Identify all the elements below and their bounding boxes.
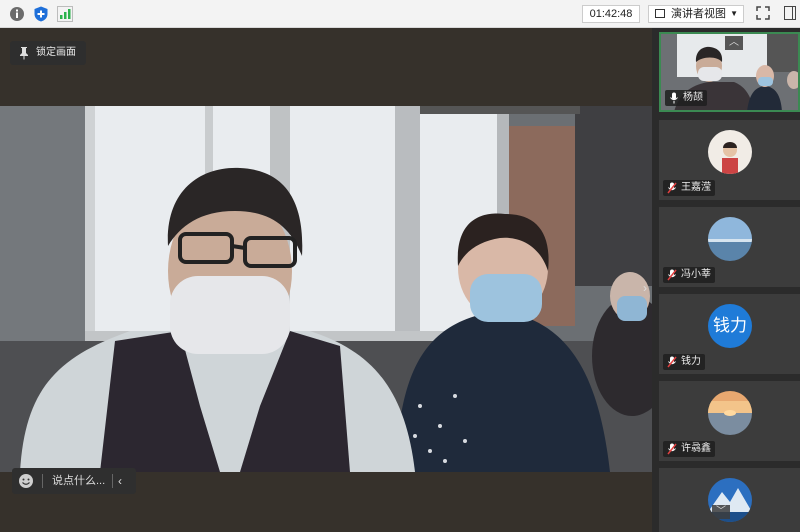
- divider: [42, 474, 43, 488]
- collapse-chat-icon[interactable]: ‹: [118, 468, 122, 494]
- divider: [112, 474, 113, 488]
- participant-name: 钱力: [681, 356, 701, 367]
- avatar: [708, 130, 752, 174]
- participant-name: 王嘉滢: [681, 182, 711, 193]
- avatar-photo: [708, 391, 752, 435]
- chat-input-bar[interactable]: 说点什么... ‹: [12, 468, 136, 494]
- mic-muted-icon: [667, 269, 677, 281]
- pin-icon: [20, 47, 28, 60]
- avatar: [708, 391, 752, 435]
- participant-tile[interactable]: 钱力 钱力: [659, 294, 800, 374]
- top-toolbar: 01:42:48 演讲者视图 ▼: [0, 0, 800, 28]
- participant-name: 杨颉: [683, 92, 703, 103]
- participant-tile[interactable]: 许骉鑫: [659, 381, 800, 461]
- participant-name-tag: 冯小莘: [663, 267, 715, 283]
- lock-view-button[interactable]: 锁定画面: [10, 41, 86, 65]
- mic-muted-icon: [667, 182, 677, 194]
- main-video: [0, 106, 652, 472]
- main-stage: 锁定画面 › 说点什么... ‹: [0, 28, 652, 532]
- avatar-photo: [708, 130, 752, 174]
- participant-tile[interactable]: [659, 468, 800, 532]
- emoji-icon[interactable]: [18, 473, 34, 489]
- scroll-up-button[interactable]: ︿: [725, 36, 743, 50]
- shield-icon[interactable]: [32, 5, 50, 23]
- expand-sidebar-arrow[interactable]: ›: [638, 278, 652, 298]
- participant-tile[interactable]: ︿ 杨颉: [659, 32, 800, 112]
- view-mode-label: 演讲者视图: [671, 8, 726, 20]
- mic-muted-icon: [667, 356, 677, 368]
- fullscreen-icon[interactable]: [756, 6, 770, 20]
- participant-tile[interactable]: 王嘉滢: [659, 120, 800, 200]
- view-mode-dropdown[interactable]: 演讲者视图 ▼: [648, 5, 744, 23]
- participant-sidebar: ︿ 杨颉 王嘉滢 冯小莘 钱力 钱力 许骉鑫: [652, 28, 800, 532]
- signal-icon[interactable]: [56, 5, 74, 23]
- meeting-timer: 01:42:48: [582, 5, 640, 23]
- avatar-photo: [708, 217, 752, 261]
- participant-name-tag: 杨颉: [665, 90, 707, 106]
- video-feed-image: [0, 106, 652, 472]
- scroll-down-button[interactable]: ﹀: [712, 505, 730, 519]
- presenter-view-icon: [655, 9, 665, 18]
- participant-name-tag: 钱力: [663, 354, 705, 370]
- info-icon[interactable]: [8, 5, 26, 23]
- lock-view-label: 锁定画面: [36, 47, 76, 58]
- participant-name-tag: 王嘉滢: [663, 180, 715, 196]
- avatar: 钱力: [708, 304, 752, 348]
- participant-name: 冯小莘: [681, 269, 711, 280]
- participant-name-tag: 许骉鑫: [663, 441, 715, 457]
- sidebar-toggle-icon[interactable]: [784, 6, 796, 20]
- participant-tile[interactable]: 冯小莘: [659, 207, 800, 287]
- mic-on-icon: [670, 92, 678, 104]
- mic-muted-icon: [667, 443, 677, 455]
- avatar: [708, 217, 752, 261]
- chevron-down-icon: ▼: [730, 9, 738, 18]
- chat-placeholder[interactable]: 说点什么...: [52, 468, 105, 494]
- participant-name: 许骉鑫: [681, 443, 711, 454]
